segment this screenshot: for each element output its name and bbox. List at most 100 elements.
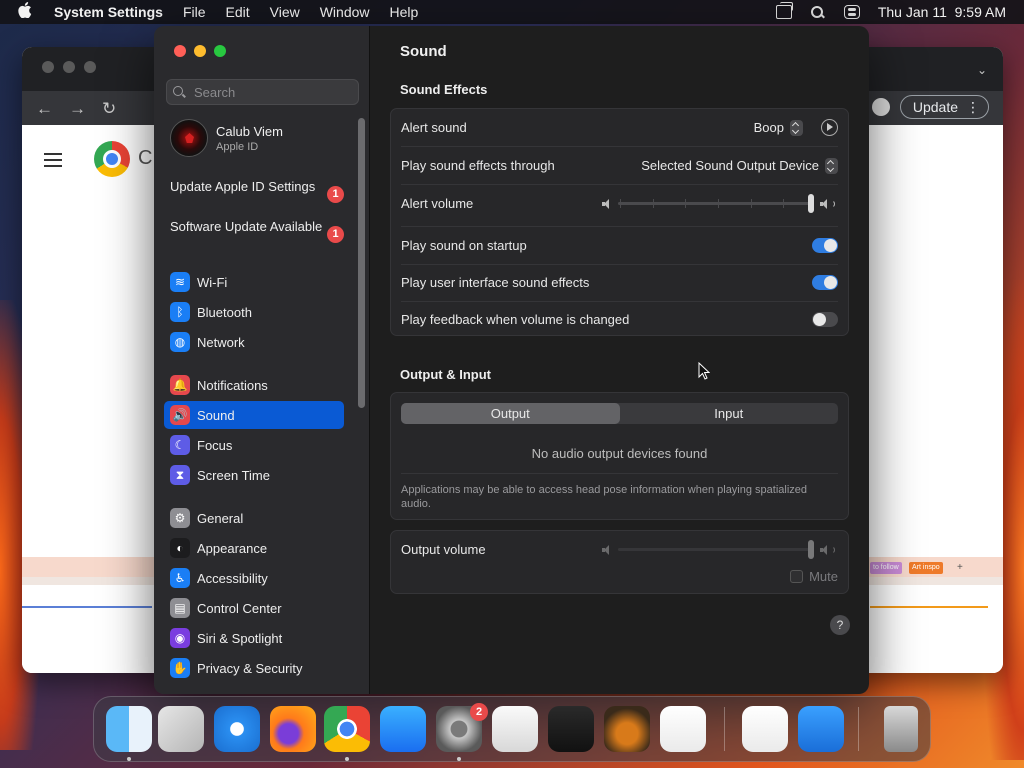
mute-checkbox-row[interactable]: Mute [790, 569, 838, 584]
minimize-window-button[interactable] [194, 45, 206, 57]
control-center-menubar-icon[interactable] [843, 5, 860, 19]
spotlight-search-icon[interactable] [810, 5, 826, 19]
window-controls [174, 45, 226, 57]
chevron-down-icon[interactable]: ⌄ [977, 63, 987, 77]
zoom-window-button[interactable] [214, 45, 226, 57]
output-volume-slider[interactable] [602, 540, 838, 559]
menu-file[interactable]: File [183, 4, 206, 20]
tab-output[interactable]: Output [401, 403, 620, 424]
sidebar-scrollbar[interactable] [358, 118, 365, 408]
alert-volume-knob[interactable] [808, 194, 814, 213]
sidebar-item-label: Screen Time [197, 467, 270, 483]
forward-icon[interactable]: → [69, 99, 86, 119]
profile-avatar-icon[interactable] [871, 98, 890, 116]
mute-checkbox[interactable] [790, 570, 804, 583]
update-apple-id-item[interactable]: Update Apple ID Settings 1 [170, 179, 344, 203]
chrome-icon[interactable] [324, 706, 370, 752]
play-through-row: Play sound effects through Selected Soun… [391, 147, 848, 184]
chrome-update-button[interactable]: Update [899, 95, 989, 119]
menu-edit[interactable]: Edit [226, 4, 250, 20]
terminal-icon[interactable] [548, 706, 594, 752]
chip-add[interactable]: + [954, 562, 966, 574]
output-input-title: Output & Input [400, 367, 491, 382]
output-volume-track[interactable] [618, 540, 814, 559]
visual-studio-icon[interactable] [742, 706, 788, 752]
alert-sound-popup[interactable]: Boop [754, 119, 803, 136]
back-icon[interactable]: ← [36, 99, 53, 119]
menu-bar: System Settings File Edit View Window He… [0, 0, 1024, 24]
apple-id-account[interactable]: Calub Viem Apple ID [170, 119, 283, 157]
alert-badge: 1 [327, 226, 344, 243]
software-update-item[interactable]: Software Update Available 1 [170, 219, 344, 243]
sidebar-search[interactable] [166, 79, 359, 105]
trash-icon[interactable] [884, 706, 918, 752]
play-icon[interactable] [821, 119, 838, 136]
finder-icon[interactable] [106, 706, 152, 752]
chip-to-follow[interactable]: to follow [870, 562, 902, 574]
sidebar-item-wi-fi[interactable]: ≋ Wi-Fi [164, 268, 344, 296]
updown-chevron-icon [790, 119, 803, 136]
chrome-window-controls [42, 61, 96, 73]
app-name-menu[interactable]: System Settings [54, 4, 163, 20]
screen-mirroring-icon[interactable] [775, 2, 793, 19]
weather-icon[interactable] [798, 706, 844, 752]
reload-icon[interactable]: ↻ [102, 99, 116, 119]
sidebar-item-bluetooth[interactable]: ᛒ Bluetooth [164, 298, 344, 326]
sidebar-item-sound[interactable]: 🔊 Sound [164, 401, 344, 429]
close-window-button[interactable] [174, 45, 186, 57]
menu-window[interactable]: Window [320, 4, 370, 20]
sidebar-item-label: Focus [197, 437, 233, 453]
chrome-logo-icon [94, 141, 130, 177]
sidebar-item-siri-spotlight[interactable]: ◉ Siri & Spotlight [164, 624, 344, 652]
menu-help[interactable]: Help [390, 4, 419, 20]
firefox-icon[interactable] [270, 706, 316, 752]
slider-tick [685, 199, 687, 208]
siri-icon: ◉ [170, 628, 190, 648]
garageband-icon[interactable] [604, 706, 650, 752]
sidebar-item-accessibility[interactable]: ♿ Accessibility [164, 564, 344, 592]
startup-sound-row: Play sound on startup [391, 227, 848, 264]
app-store-icon[interactable] [380, 706, 426, 752]
textedit-icon[interactable] [492, 706, 538, 752]
alert-volume-slider[interactable] [602, 194, 838, 213]
alert-badge: 1 [327, 186, 344, 203]
ui-effects-toggle[interactable] [812, 275, 838, 290]
startup-sound-toggle[interactable] [812, 238, 838, 253]
sidebar-item-control-center[interactable]: ▤ Control Center [164, 594, 344, 622]
speaker-high-icon [820, 544, 838, 556]
sidebar-item-screen-time[interactable]: ⧗ Screen Time [164, 461, 344, 489]
alert-volume-track[interactable] [618, 194, 814, 213]
slider-tick [718, 199, 719, 208]
sidebar-item-privacy-security[interactable]: ✋ Privacy & Security [164, 654, 344, 682]
search-input[interactable] [194, 84, 344, 100]
alert-volume-row: Alert volume [391, 185, 848, 222]
dock-separator [724, 707, 725, 751]
sidebar-item-network[interactable]: ◍ Network [164, 328, 344, 356]
safari-icon[interactable] [214, 706, 260, 752]
chip-art-inspo[interactable]: Art inspo [909, 562, 943, 574]
software-update-label: Software Update Available [170, 219, 323, 234]
help-button[interactable]: ? [830, 615, 850, 635]
tab-input[interactable]: Input [620, 403, 839, 424]
play-through-popup[interactable]: Selected Sound Output Device [641, 157, 838, 174]
play-through-label: Play sound effects through [401, 158, 555, 173]
moon-icon: ☾ [170, 435, 190, 455]
dock-separator [858, 707, 859, 751]
output-volume-knob[interactable] [808, 540, 814, 559]
dock: 2 [93, 696, 931, 762]
sidebar-item-general[interactable]: ⚙ General [164, 504, 344, 532]
hamburger-menu-icon[interactable] [44, 153, 62, 167]
feedback-toggle[interactable] [812, 312, 838, 327]
search-icon [173, 85, 186, 99]
sidebar-item-focus[interactable]: ☾ Focus [164, 431, 344, 459]
menu-view[interactable]: View [270, 4, 300, 20]
vscode-icon[interactable] [660, 706, 706, 752]
apple-menu-icon[interactable] [18, 2, 36, 22]
sidebar-item-notifications[interactable]: 🔔 Notifications [164, 371, 344, 399]
launchpad-icon[interactable] [158, 706, 204, 752]
menubar-clock[interactable]: Thu Jan 11 9:59 AM [878, 4, 1006, 20]
head-pose-note: Applications may be able to access head … [401, 484, 808, 510]
slider-tick [652, 199, 654, 208]
sidebar-item-appearance[interactable]: ◐ Appearance [164, 534, 344, 562]
sidebar-item-label: Control Center [197, 600, 282, 616]
